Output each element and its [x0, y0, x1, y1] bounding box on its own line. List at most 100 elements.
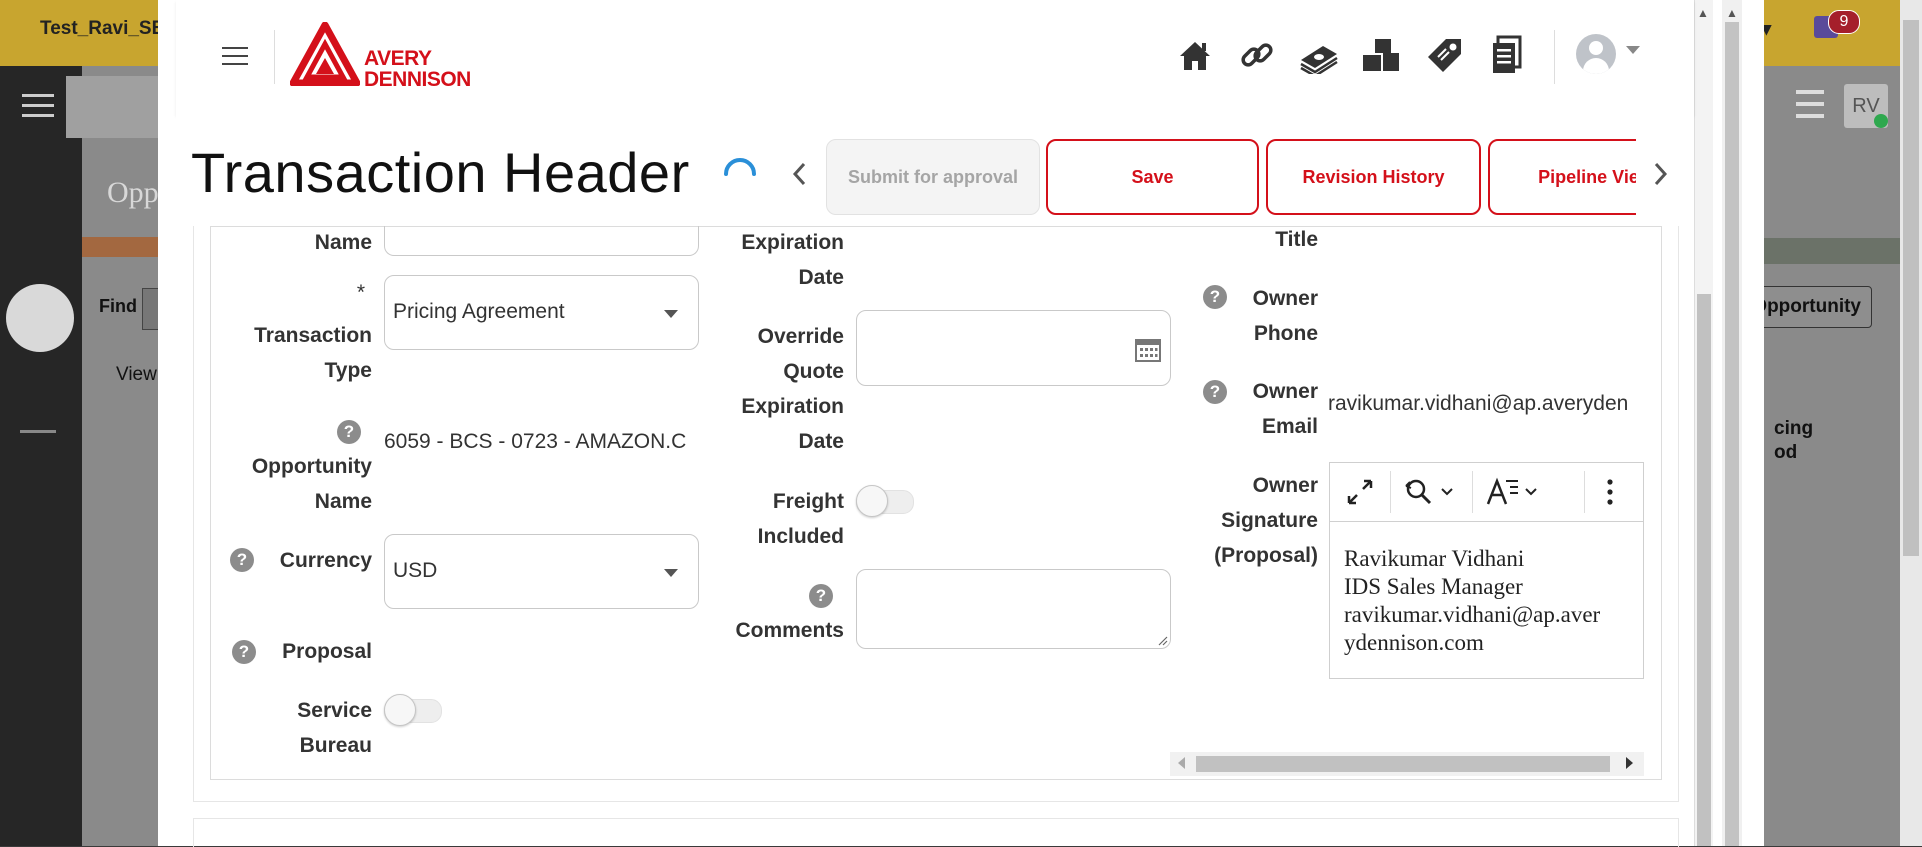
chevron-right-icon[interactable] [1650, 160, 1670, 188]
modal-outer-scrollbar-thumb[interactable] [1725, 22, 1739, 846]
pipeline-view-button[interactable]: Pipeline View [1488, 139, 1636, 215]
expand-icon[interactable] [1346, 478, 1374, 506]
toolbar-divider [1472, 471, 1473, 513]
toolbar-divider [1390, 471, 1391, 513]
owner-phone-label: Owner Phone [1252, 287, 1318, 345]
avery-dennison-logo[interactable] [289, 21, 361, 91]
find-chevron-down-icon[interactable] [1440, 487, 1454, 497]
transaction-type-value: Pricing Agreement [393, 300, 565, 323]
chevron-left-icon[interactable] [790, 160, 810, 188]
editor-toolbar [1330, 463, 1643, 522]
background-view-label: View [116, 364, 157, 385]
page-title: Transaction Header [191, 141, 690, 204]
owner-email-value: ravikumar.vidhani@ap.averyden [1328, 392, 1629, 415]
toolbar-divider [1584, 471, 1585, 513]
topbar-divider-right [1554, 30, 1555, 84]
more-vertical-icon[interactable] [1606, 478, 1614, 506]
modal-inner-scrollbar-thumb[interactable] [1697, 294, 1711, 846]
currency-value: USD [393, 559, 438, 582]
service-bureau-label: Service Bureau [297, 699, 372, 757]
resize-handle-icon[interactable] [1156, 634, 1168, 646]
dropdown-arrow-icon [664, 310, 678, 318]
proposal-help-icon[interactable]: ? [232, 640, 256, 664]
background-banner [82, 237, 158, 257]
freight-included-label: Freight Included [757, 490, 844, 548]
boxes-icon[interactable] [1360, 34, 1402, 76]
owner-email-label: Owner Email [1252, 380, 1318, 438]
outer-scroll-up-icon[interactable]: ▲ [1726, 6, 1738, 20]
submit-for-approval-button[interactable]: Submit for approval [826, 139, 1040, 215]
signature-line: IDS Sales Manager [1344, 574, 1523, 599]
text-format-icon[interactable] [1486, 477, 1520, 507]
owner-signature-label: Owner Signature (Proposal) [1214, 474, 1318, 567]
background-hamburger-icon [22, 94, 54, 118]
brand-line-2: DENNISON [364, 68, 471, 91]
override-quote-expiration-date-label: Override Quote Expiration Date [741, 325, 844, 453]
freight-included-toggle-knob[interactable] [856, 485, 888, 517]
chart-icon [20, 394, 56, 433]
pipeline-view-button-clip: Pipeline View [1488, 139, 1636, 215]
format-chevron-down-icon[interactable] [1524, 487, 1538, 497]
revision-history-button[interactable]: Revision History [1266, 139, 1481, 215]
owner-email-help-icon[interactable]: ? [1203, 380, 1227, 404]
background-page-title: Opp [107, 176, 159, 209]
calendar-icon[interactable] [1134, 335, 1162, 363]
currency-select[interactable]: USD [384, 534, 699, 609]
scroll-left-arrow-icon[interactable] [1178, 757, 1185, 769]
online-status-icon [1874, 114, 1888, 128]
tag-icon[interactable] [1424, 34, 1466, 76]
horizontal-scrollbar-thumb[interactable] [1196, 756, 1610, 772]
page-scrollbar-thumb[interactable] [1903, 20, 1919, 556]
background-map-strip [1764, 238, 1922, 264]
currency-label: Currency [279, 549, 372, 572]
name-label: Name [314, 231, 372, 254]
inner-scroll-up-icon[interactable]: ▲ [1697, 6, 1709, 20]
opportunity-name-value: 6059 - BCS - 0723 - AMAZON.C [384, 430, 687, 453]
save-button[interactable]: Save [1046, 139, 1259, 215]
brand-line-1: AVERY [364, 47, 432, 70]
background-column-header-2: od [1774, 442, 1798, 463]
name-input[interactable] [384, 226, 699, 256]
user-avatar-icon[interactable] [1576, 34, 1616, 74]
expiration-date-label: Expiration Date [741, 231, 844, 289]
topbar-divider [274, 30, 275, 84]
comments-textarea[interactable] [856, 569, 1171, 649]
background-logo [66, 76, 158, 138]
owner-phone-help-icon[interactable]: ? [1203, 285, 1227, 309]
proposal-label: Proposal [282, 640, 372, 663]
next-section [193, 818, 1679, 847]
transaction-type-select[interactable]: Pricing Agreement [384, 275, 699, 350]
background-rail-icon-active [6, 284, 74, 352]
spinner-icon [720, 154, 760, 194]
service-bureau-toggle-knob[interactable] [384, 694, 416, 726]
transaction-type-label: Transaction Type [254, 324, 372, 382]
find-replace-icon[interactable] [1402, 476, 1436, 508]
currency-help-icon[interactable]: ? [230, 548, 254, 572]
background-user-label: Test_Ravi_SB [40, 18, 166, 39]
background-column-header: cing [1774, 418, 1814, 439]
title-label: Title [1275, 228, 1318, 251]
background-left-rail [0, 66, 82, 846]
required-marker: * [356, 281, 365, 304]
money-icon[interactable] [1298, 34, 1340, 76]
override-quote-expiration-date-input[interactable] [856, 310, 1171, 386]
owner-signature-editor[interactable]: Ravikumar Vidhani IDS Sales Manager ravi… [1329, 462, 1644, 679]
background-opportunity-button: Opportunity [1752, 286, 1872, 328]
opportunity-name-label: Opportunity Name [251, 455, 372, 513]
link-icon[interactable] [1236, 34, 1278, 76]
dropdown-arrow-icon [664, 569, 678, 577]
background-find-label: Find [99, 296, 137, 316]
avery-logo-mark-icon [289, 21, 361, 87]
opportunity-name-help-icon[interactable]: ? [337, 420, 361, 444]
notification-badge: 9 [1828, 10, 1860, 34]
home-icon[interactable] [1174, 34, 1216, 76]
scroll-right-arrow-icon[interactable] [1626, 757, 1633, 769]
signature-content[interactable]: Ravikumar Vidhani IDS Sales Manager ravi… [1344, 545, 1600, 657]
comments-label: Comments [735, 619, 844, 642]
documents-icon[interactable] [1486, 34, 1528, 76]
user-menu-chevron-down-icon[interactable] [1626, 46, 1640, 54]
background-checklist-icon [1786, 86, 1824, 120]
hamburger-icon[interactable] [222, 47, 248, 65]
signature-line: ydennison.com [1344, 630, 1484, 655]
comments-help-icon[interactable]: ? [809, 584, 833, 608]
